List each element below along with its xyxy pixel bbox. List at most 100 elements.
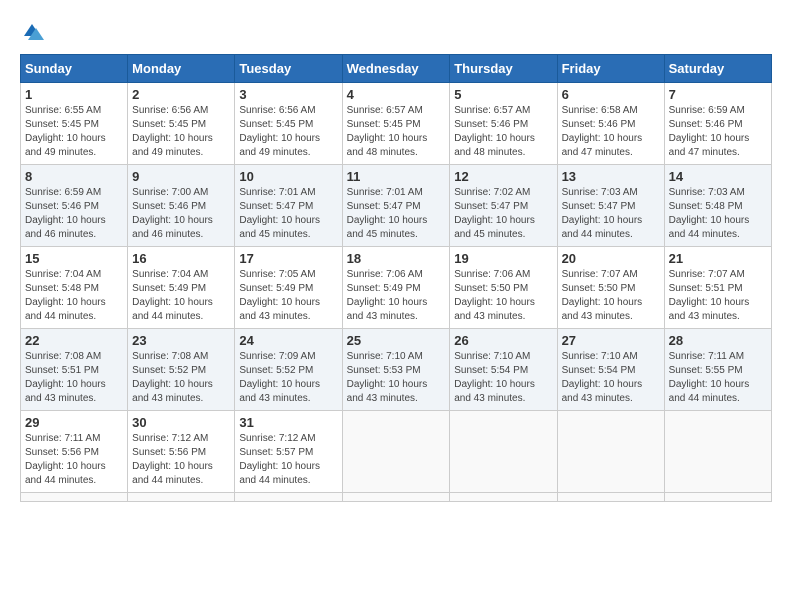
day-number: 16 [132, 251, 230, 266]
day-number: 27 [562, 333, 660, 348]
day-number: 23 [132, 333, 230, 348]
calendar: SundayMondayTuesdayWednesdayThursdayFrid… [20, 54, 772, 502]
calendar-day-17: 17 Sunrise: 7:05 AM Sunset: 5:49 PM Dayl… [235, 247, 342, 329]
calendar-day-9: 9 Sunrise: 7:00 AM Sunset: 5:46 PM Dayli… [128, 165, 235, 247]
day-number: 3 [239, 87, 337, 102]
day-info: Sunrise: 7:10 AM Sunset: 5:54 PM Dayligh… [562, 350, 660, 406]
day-info: Sunrise: 7:09 AM Sunset: 5:52 PM Dayligh… [239, 350, 337, 406]
calendar-week-3: 15 Sunrise: 7:04 AM Sunset: 5:48 PM Dayl… [21, 247, 772, 329]
day-info: Sunrise: 6:59 AM Sunset: 5:46 PM Dayligh… [25, 186, 123, 242]
day-header-monday: Monday [128, 55, 235, 83]
logo [20, 20, 48, 44]
calendar-week-4: 22 Sunrise: 7:08 AM Sunset: 5:51 PM Dayl… [21, 329, 772, 411]
calendar-day-26: 26 Sunrise: 7:10 AM Sunset: 5:54 PM Dayl… [450, 329, 557, 411]
calendar-day-13: 13 Sunrise: 7:03 AM Sunset: 5:47 PM Dayl… [557, 165, 664, 247]
day-info: Sunrise: 6:56 AM Sunset: 5:45 PM Dayligh… [239, 104, 337, 160]
page-header [20, 20, 772, 44]
day-info: Sunrise: 6:59 AM Sunset: 5:46 PM Dayligh… [669, 104, 767, 160]
calendar-day-20: 20 Sunrise: 7:07 AM Sunset: 5:50 PM Dayl… [557, 247, 664, 329]
calendar-day-4: 4 Sunrise: 6:57 AM Sunset: 5:45 PM Dayli… [342, 83, 450, 165]
day-info: Sunrise: 7:08 AM Sunset: 5:51 PM Dayligh… [25, 350, 123, 406]
calendar-day-12: 12 Sunrise: 7:02 AM Sunset: 5:47 PM Dayl… [450, 165, 557, 247]
calendar-day-21: 21 Sunrise: 7:07 AM Sunset: 5:51 PM Dayl… [664, 247, 771, 329]
day-number: 7 [669, 87, 767, 102]
calendar-day-5: 5 Sunrise: 6:57 AM Sunset: 5:46 PM Dayli… [450, 83, 557, 165]
calendar-day-6: 6 Sunrise: 6:58 AM Sunset: 5:46 PM Dayli… [557, 83, 664, 165]
calendar-day-15: 15 Sunrise: 7:04 AM Sunset: 5:48 PM Dayl… [21, 247, 128, 329]
day-info: Sunrise: 7:06 AM Sunset: 5:50 PM Dayligh… [454, 268, 552, 324]
empty-cell [664, 411, 771, 493]
calendar-day-22: 22 Sunrise: 7:08 AM Sunset: 5:51 PM Dayl… [21, 329, 128, 411]
calendar-day-23: 23 Sunrise: 7:08 AM Sunset: 5:52 PM Dayl… [128, 329, 235, 411]
day-info: Sunrise: 7:10 AM Sunset: 5:54 PM Dayligh… [454, 350, 552, 406]
day-info: Sunrise: 6:55 AM Sunset: 5:45 PM Dayligh… [25, 104, 123, 160]
day-number: 22 [25, 333, 123, 348]
day-header-tuesday: Tuesday [235, 55, 342, 83]
calendar-day-11: 11 Sunrise: 7:01 AM Sunset: 5:47 PM Dayl… [342, 165, 450, 247]
day-info: Sunrise: 7:04 AM Sunset: 5:49 PM Dayligh… [132, 268, 230, 324]
day-number: 17 [239, 251, 337, 266]
day-number: 21 [669, 251, 767, 266]
day-info: Sunrise: 6:58 AM Sunset: 5:46 PM Dayligh… [562, 104, 660, 160]
day-number: 20 [562, 251, 660, 266]
day-header-thursday: Thursday [450, 55, 557, 83]
calendar-day-27: 27 Sunrise: 7:10 AM Sunset: 5:54 PM Dayl… [557, 329, 664, 411]
calendar-day-7: 7 Sunrise: 6:59 AM Sunset: 5:46 PM Dayli… [664, 83, 771, 165]
empty-cell [128, 493, 235, 502]
calendar-day-16: 16 Sunrise: 7:04 AM Sunset: 5:49 PM Dayl… [128, 247, 235, 329]
empty-cell [342, 493, 450, 502]
day-info: Sunrise: 7:00 AM Sunset: 5:46 PM Dayligh… [132, 186, 230, 242]
day-info: Sunrise: 7:11 AM Sunset: 5:56 PM Dayligh… [25, 432, 123, 488]
day-number: 14 [669, 169, 767, 184]
day-number: 9 [132, 169, 230, 184]
calendar-day-14: 14 Sunrise: 7:03 AM Sunset: 5:48 PM Dayl… [664, 165, 771, 247]
calendar-header-row: SundayMondayTuesdayWednesdayThursdayFrid… [21, 55, 772, 83]
calendar-day-3: 3 Sunrise: 6:56 AM Sunset: 5:45 PM Dayli… [235, 83, 342, 165]
day-number: 26 [454, 333, 552, 348]
day-number: 1 [25, 87, 123, 102]
day-info: Sunrise: 7:01 AM Sunset: 5:47 PM Dayligh… [239, 186, 337, 242]
day-number: 5 [454, 87, 552, 102]
day-number: 13 [562, 169, 660, 184]
day-number: 12 [454, 169, 552, 184]
day-info: Sunrise: 7:10 AM Sunset: 5:53 PM Dayligh… [347, 350, 446, 406]
calendar-week-1: 1 Sunrise: 6:55 AM Sunset: 5:45 PM Dayli… [21, 83, 772, 165]
day-info: Sunrise: 7:12 AM Sunset: 5:57 PM Dayligh… [239, 432, 337, 488]
day-number: 10 [239, 169, 337, 184]
calendar-day-31: 31 Sunrise: 7:12 AM Sunset: 5:57 PM Dayl… [235, 411, 342, 493]
calendar-day-29: 29 Sunrise: 7:11 AM Sunset: 5:56 PM Dayl… [21, 411, 128, 493]
day-number: 29 [25, 415, 123, 430]
calendar-week-2: 8 Sunrise: 6:59 AM Sunset: 5:46 PM Dayli… [21, 165, 772, 247]
day-info: Sunrise: 7:03 AM Sunset: 5:48 PM Dayligh… [669, 186, 767, 242]
calendar-day-25: 25 Sunrise: 7:10 AM Sunset: 5:53 PM Dayl… [342, 329, 450, 411]
empty-cell [235, 493, 342, 502]
day-number: 8 [25, 169, 123, 184]
calendar-day-2: 2 Sunrise: 6:56 AM Sunset: 5:45 PM Dayli… [128, 83, 235, 165]
day-number: 30 [132, 415, 230, 430]
empty-cell [450, 493, 557, 502]
day-number: 15 [25, 251, 123, 266]
day-header-saturday: Saturday [664, 55, 771, 83]
day-info: Sunrise: 7:01 AM Sunset: 5:47 PM Dayligh… [347, 186, 446, 242]
empty-cell [342, 411, 450, 493]
day-number: 2 [132, 87, 230, 102]
day-header-friday: Friday [557, 55, 664, 83]
day-info: Sunrise: 7:05 AM Sunset: 5:49 PM Dayligh… [239, 268, 337, 324]
day-number: 19 [454, 251, 552, 266]
day-info: Sunrise: 7:11 AM Sunset: 5:55 PM Dayligh… [669, 350, 767, 406]
logo-icon [20, 20, 44, 44]
empty-cell [664, 493, 771, 502]
day-number: 4 [347, 87, 446, 102]
day-number: 24 [239, 333, 337, 348]
day-number: 25 [347, 333, 446, 348]
calendar-week-6 [21, 493, 772, 502]
calendar-week-5: 29 Sunrise: 7:11 AM Sunset: 5:56 PM Dayl… [21, 411, 772, 493]
day-info: Sunrise: 6:56 AM Sunset: 5:45 PM Dayligh… [132, 104, 230, 160]
day-number: 18 [347, 251, 446, 266]
day-info: Sunrise: 7:02 AM Sunset: 5:47 PM Dayligh… [454, 186, 552, 242]
day-info: Sunrise: 7:07 AM Sunset: 5:50 PM Dayligh… [562, 268, 660, 324]
day-info: Sunrise: 7:06 AM Sunset: 5:49 PM Dayligh… [347, 268, 446, 324]
day-header-wednesday: Wednesday [342, 55, 450, 83]
day-info: Sunrise: 7:04 AM Sunset: 5:48 PM Dayligh… [25, 268, 123, 324]
calendar-day-1: 1 Sunrise: 6:55 AM Sunset: 5:45 PM Dayli… [21, 83, 128, 165]
